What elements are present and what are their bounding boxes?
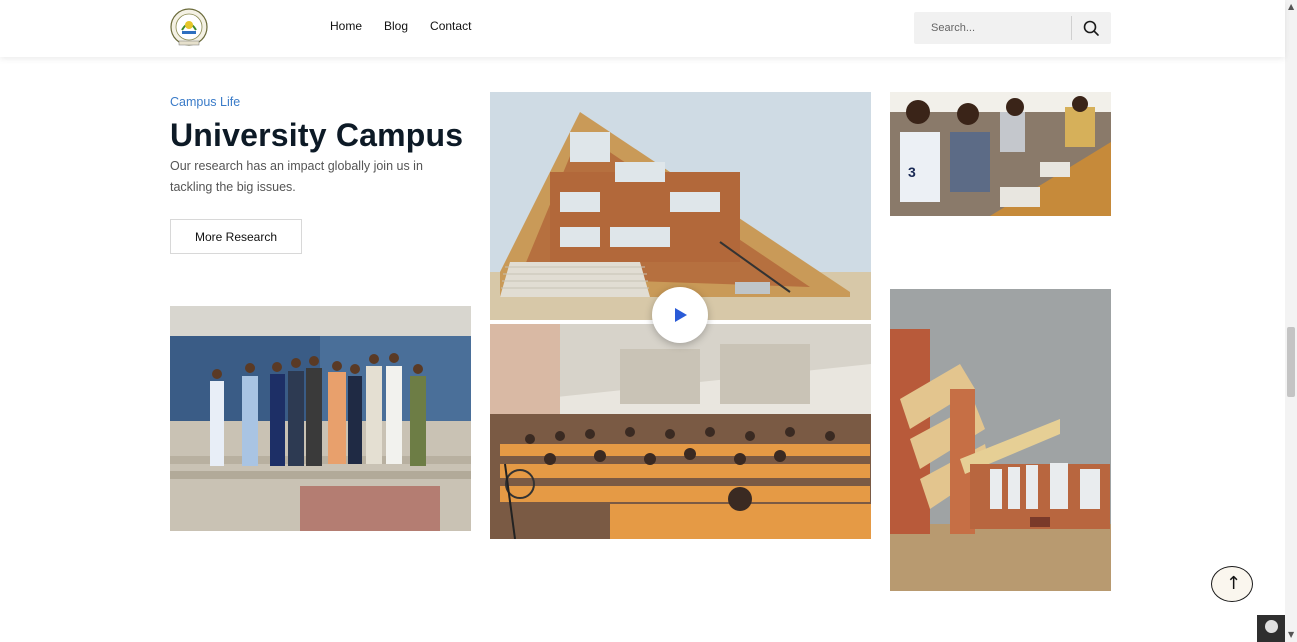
arrow-up-icon: ↑	[1226, 573, 1242, 594]
section-title: University Campus	[170, 117, 464, 153]
search-icon[interactable]	[1081, 18, 1101, 38]
play-icon	[675, 308, 687, 322]
nav-home-link[interactable]: Home	[330, 19, 362, 33]
scroll-down-arrow-icon[interactable]: ▼	[1288, 630, 1294, 639]
symfony-icon	[1265, 620, 1278, 633]
scrollbar-thumb[interactable]	[1287, 327, 1295, 397]
scroll-to-top-button[interactable]: ↑	[1211, 566, 1253, 602]
main-nav: Home Blog Contact	[330, 19, 493, 33]
site-header: Home Blog Contact	[0, 0, 1285, 57]
section-description: Our research has an impact globally join…	[170, 159, 423, 194]
campus-building-photo	[490, 92, 871, 320]
lecture-hall-photo	[490, 324, 871, 539]
svg-text:3: 3	[908, 164, 916, 180]
more-research-button[interactable]: More Research	[170, 219, 302, 254]
scroll-up-arrow-icon[interactable]: ▲	[1288, 2, 1294, 11]
search-input[interactable]	[914, 12, 1072, 44]
page: Home Blog Contact Campus Life University…	[0, 0, 1297, 642]
stairs-building-photo	[890, 289, 1111, 591]
site-logo[interactable]	[170, 8, 208, 48]
nav-contact-link[interactable]: Contact	[430, 19, 471, 33]
play-video-button[interactable]	[652, 287, 708, 343]
debug-toolbar-icon[interactable]	[1257, 615, 1285, 642]
nav-blog-link[interactable]: Blog	[384, 19, 408, 33]
section-eyebrow: Campus Life	[170, 95, 241, 109]
search-divider	[1071, 16, 1072, 40]
classroom-photo: 3	[890, 92, 1111, 216]
page-scrollbar[interactable]: ▲ ▼	[1285, 0, 1297, 642]
group-photo	[170, 306, 471, 531]
search-box	[914, 12, 1111, 44]
